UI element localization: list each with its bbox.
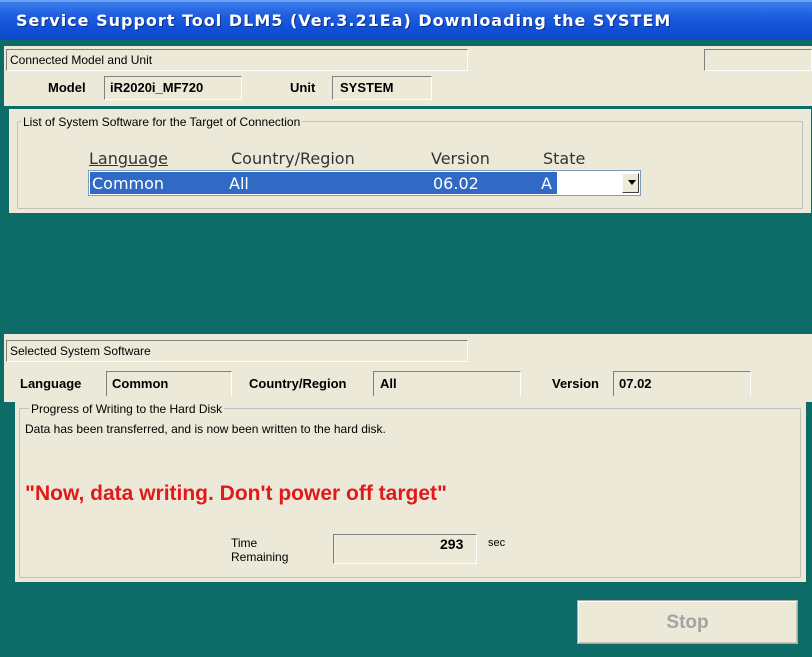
time-remaining-value: 293 [440,536,464,552]
stop-button-label: Stop [666,612,709,633]
selected-language-value: Common [112,376,169,391]
software-list-group-label: List of System Software for the Target o… [21,115,303,129]
model-value: iR2020i_MF720 [110,80,204,95]
time-remaining-label-1: Time [231,536,258,550]
connected-section-label: Connected Model and Unit [10,53,153,67]
connected-panel: Connected Model and Unit Model iR2020i_M… [4,46,812,106]
row-country-cell: All [229,174,249,193]
model-label: Model [48,80,86,95]
chevron-down-icon [628,180,636,185]
window-title: Service Support Tool DLM5 (Ver.3.21Ea) D… [16,11,672,30]
software-select-combo[interactable]: Common All 06.02 A [88,170,641,196]
unit-value: SYSTEM [340,80,394,95]
column-header-version[interactable]: Version [431,149,490,168]
selected-version-label: Version [552,376,599,391]
row-state-cell: A [541,174,552,193]
row-version-cell: 06.02 [433,174,479,193]
progress-panel: Progress of Writing to the Hard Disk Dat… [15,396,806,582]
combo-dropdown-button[interactable] [622,173,639,193]
column-header-country[interactable]: Country/Region [231,149,355,168]
selected-section-label: Selected System Software [10,344,151,358]
progress-status-text: Data has been transferred, and is now be… [25,422,386,436]
column-header-state[interactable]: State [543,149,585,168]
selected-version-value: 07.02 [619,376,652,391]
stop-button[interactable]: Stop [577,600,798,644]
progress-group-label: Progress of Writing to the Hard Disk [29,402,225,416]
selected-language-label: Language [20,376,82,391]
selected-country-value: All [380,376,397,391]
selected-country-label: Country/Region [249,376,347,391]
column-header-language[interactable]: Language [89,149,168,168]
row-language-cell: Common [92,174,165,193]
title-bar[interactable]: Service Support Tool DLM5 (Ver.3.21Ea) D… [0,0,812,40]
unit-label: Unit [290,80,316,95]
app-window: Service Support Tool DLM5 (Ver.3.21Ea) D… [0,0,812,657]
time-remaining-unit: sec [488,537,506,549]
software-list-panel: List of System Software for the Target o… [9,109,811,213]
warning-message: "Now, data writing. Don't power off targ… [25,482,447,505]
selected-software-panel: Selected System Software Language Common… [4,334,812,402]
time-remaining-label-2: Remaining [231,550,289,564]
connected-status-box [704,49,812,71]
